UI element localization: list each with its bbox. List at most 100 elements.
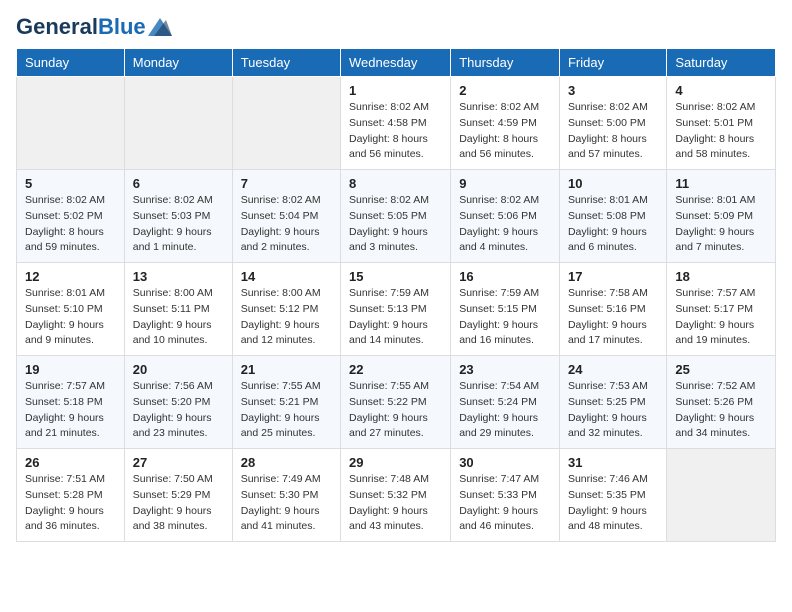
day-number: 7 (241, 176, 332, 191)
calendar-table: SundayMondayTuesdayWednesdayThursdayFrid… (16, 48, 776, 542)
day-number: 8 (349, 176, 442, 191)
day-number: 2 (459, 83, 551, 98)
calendar-cell: 25Sunrise: 7:52 AMSunset: 5:26 PMDayligh… (667, 356, 776, 449)
day-number: 6 (133, 176, 224, 191)
calendar-cell: 4 Sunrise: 8:02 AMSunset: 5:01 PMDaylight… (667, 77, 776, 170)
calendar-cell: 28 Sunrise: 7:49 AMSunset: 5:30 PMDayligh… (232, 449, 340, 542)
calendar-cell: 27 Sunrise: 7:50 AMSunset: 5:29 PMDayligh… (124, 449, 232, 542)
weekday-header: Sunday (17, 49, 125, 77)
day-info: Sunrise: 8:02 AMSunset: 5:01 PMDaylight:… (675, 100, 767, 163)
day-number: 17 (568, 269, 658, 284)
day-number: 14 (241, 269, 332, 284)
calendar-week-row: 19Sunrise: 7:57 AMSunset: 5:18 PMDayligh… (17, 356, 776, 449)
day-info: Sunrise: 8:02 AMSunset: 5:05 PMDaylight:… (349, 193, 442, 256)
calendar-cell: 26 Sunrise: 7:51 AMSunset: 5:28 PMDayligh… (17, 449, 125, 542)
calendar-week-row: 26 Sunrise: 7:51 AMSunset: 5:28 PMDayligh… (17, 449, 776, 542)
day-number: 18 (675, 269, 767, 284)
weekday-header: Friday (559, 49, 666, 77)
calendar-cell: 3 Sunrise: 8:02 AMSunset: 5:00 PMDaylight… (559, 77, 666, 170)
calendar-cell (17, 77, 125, 170)
day-number: 31 (568, 455, 658, 470)
calendar-cell: 10 Sunrise: 8:01 AMSunset: 5:08 PMDayligh… (559, 170, 666, 263)
day-info: Sunrise: 7:56 AMSunset: 5:20 PMDaylight:… (133, 379, 224, 442)
calendar-cell: 7 Sunrise: 8:02 AMSunset: 5:04 PMDaylight… (232, 170, 340, 263)
day-number: 4 (675, 83, 767, 98)
day-number: 15 (349, 269, 442, 284)
day-info: Sunrise: 8:00 AMSunset: 5:12 PMDaylight:… (241, 286, 332, 349)
day-info: Sunrise: 7:55 AMSunset: 5:22 PMDaylight:… (349, 379, 442, 442)
day-info: Sunrise: 7:59 AMSunset: 5:15 PMDaylight:… (459, 286, 551, 349)
day-info: Sunrise: 7:58 AMSunset: 5:16 PMDaylight:… (568, 286, 658, 349)
logo-icon (148, 18, 172, 36)
day-info: Sunrise: 7:47 AMSunset: 5:33 PMDaylight:… (459, 472, 551, 535)
calendar-week-row: 5 Sunrise: 8:02 AMSunset: 5:02 PMDaylight… (17, 170, 776, 263)
calendar-cell: 13 Sunrise: 8:00 AMSunset: 5:11 PMDayligh… (124, 263, 232, 356)
day-info: Sunrise: 7:46 AMSunset: 5:35 PMDaylight:… (568, 472, 658, 535)
day-number: 28 (241, 455, 332, 470)
day-info: Sunrise: 8:01 AMSunset: 5:10 PMDaylight:… (25, 286, 116, 349)
calendar-header-row: SundayMondayTuesdayWednesdayThursdayFrid… (17, 49, 776, 77)
day-number: 12 (25, 269, 116, 284)
calendar-cell: 17 Sunrise: 7:58 AMSunset: 5:16 PMDayligh… (559, 263, 666, 356)
day-number: 29 (349, 455, 442, 470)
calendar-cell (124, 77, 232, 170)
day-number: 26 (25, 455, 116, 470)
day-info: Sunrise: 8:01 AMSunset: 5:08 PMDaylight:… (568, 193, 658, 256)
day-info: Sunrise: 7:55 AMSunset: 5:21 PMDaylight:… (241, 379, 332, 442)
day-number: 16 (459, 269, 551, 284)
calendar-cell: 19Sunrise: 7:57 AMSunset: 5:18 PMDayligh… (17, 356, 125, 449)
calendar-cell: 24 Sunrise: 7:53 AMSunset: 5:25 PMDayligh… (559, 356, 666, 449)
calendar-cell: 5 Sunrise: 8:02 AMSunset: 5:02 PMDaylight… (17, 170, 125, 263)
day-info: Sunrise: 7:53 AMSunset: 5:25 PMDaylight:… (568, 379, 658, 442)
day-info: Sunrise: 8:00 AMSunset: 5:11 PMDaylight:… (133, 286, 224, 349)
logo-text: GeneralBlue (16, 16, 146, 38)
weekday-header: Wednesday (341, 49, 451, 77)
day-number: 22 (349, 362, 442, 377)
calendar-cell: 9 Sunrise: 8:02 AMSunset: 5:06 PMDaylight… (451, 170, 560, 263)
day-number: 13 (133, 269, 224, 284)
weekday-header: Tuesday (232, 49, 340, 77)
calendar-cell: 31 Sunrise: 7:46 AMSunset: 5:35 PMDayligh… (559, 449, 666, 542)
page-header: GeneralBlue (16, 16, 776, 38)
calendar-cell: 18 Sunrise: 7:57 AMSunset: 5:17 PMDayligh… (667, 263, 776, 356)
weekday-header: Monday (124, 49, 232, 77)
day-info: Sunrise: 7:51 AMSunset: 5:28 PMDaylight:… (25, 472, 116, 535)
day-info: Sunrise: 7:49 AMSunset: 5:30 PMDaylight:… (241, 472, 332, 535)
day-info: Sunrise: 8:02 AMSunset: 5:04 PMDaylight:… (241, 193, 332, 256)
calendar-cell (232, 77, 340, 170)
day-number: 24 (568, 362, 658, 377)
day-number: 5 (25, 176, 116, 191)
day-number: 19 (25, 362, 116, 377)
day-number: 27 (133, 455, 224, 470)
day-number: 21 (241, 362, 332, 377)
day-info: Sunrise: 8:02 AMSunset: 5:02 PMDaylight:… (25, 193, 116, 256)
calendar-cell: 30 Sunrise: 7:47 AMSunset: 5:33 PMDayligh… (451, 449, 560, 542)
day-info: Sunrise: 7:57 AMSunset: 5:17 PMDaylight:… (675, 286, 767, 349)
day-number: 3 (568, 83, 658, 98)
day-info: Sunrise: 7:54 AMSunset: 5:24 PMDaylight:… (459, 379, 551, 442)
day-number: 30 (459, 455, 551, 470)
calendar-cell: 15Sunrise: 7:59 AMSunset: 5:13 PMDayligh… (341, 263, 451, 356)
calendar-cell: 20Sunrise: 7:56 AMSunset: 5:20 PMDayligh… (124, 356, 232, 449)
calendar-cell: 21 Sunrise: 7:55 AMSunset: 5:21 PMDayligh… (232, 356, 340, 449)
day-info: Sunrise: 7:50 AMSunset: 5:29 PMDaylight:… (133, 472, 224, 535)
day-info: Sunrise: 8:02 AMSunset: 5:00 PMDaylight:… (568, 100, 658, 163)
calendar-cell: 12 Sunrise: 8:01 AMSunset: 5:10 PMDayligh… (17, 263, 125, 356)
calendar-cell: 14 Sunrise: 8:00 AMSunset: 5:12 PMDayligh… (232, 263, 340, 356)
calendar-cell (667, 449, 776, 542)
calendar-cell: 29 Sunrise: 7:48 AMSunset: 5:32 PMDayligh… (341, 449, 451, 542)
day-number: 25 (675, 362, 767, 377)
day-number: 10 (568, 176, 658, 191)
day-number: 9 (459, 176, 551, 191)
day-info: Sunrise: 8:02 AMSunset: 5:06 PMDaylight:… (459, 193, 551, 256)
calendar-week-row: 12 Sunrise: 8:01 AMSunset: 5:10 PMDayligh… (17, 263, 776, 356)
calendar-week-row: 1 Sunrise: 8:02 AMSunset: 4:58 PMDaylight… (17, 77, 776, 170)
day-number: 23 (459, 362, 551, 377)
logo: GeneralBlue (16, 16, 172, 38)
day-info: Sunrise: 8:02 AMSunset: 4:58 PMDaylight:… (349, 100, 442, 163)
calendar-cell: 23 Sunrise: 7:54 AMSunset: 5:24 PMDayligh… (451, 356, 560, 449)
day-number: 1 (349, 83, 442, 98)
calendar-cell: 11Sunrise: 8:01 AMSunset: 5:09 PMDayligh… (667, 170, 776, 263)
weekday-header: Saturday (667, 49, 776, 77)
day-info: Sunrise: 7:48 AMSunset: 5:32 PMDaylight:… (349, 472, 442, 535)
